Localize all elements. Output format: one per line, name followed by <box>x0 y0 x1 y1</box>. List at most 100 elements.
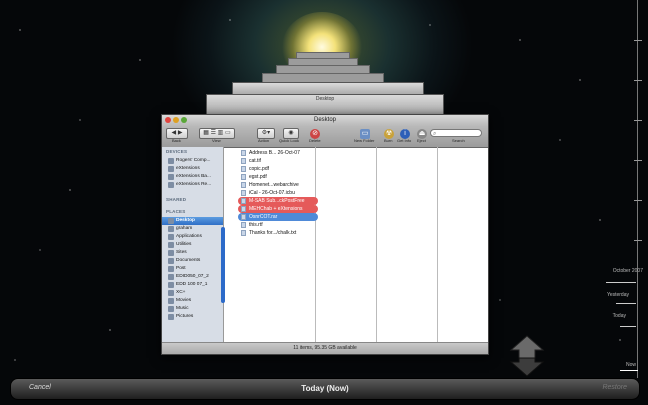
file-item[interactable]: iCal - 26-Oct-07.icbu <box>238 189 318 197</box>
sidebar-item-device[interactable]: eXtensions <box>162 165 223 173</box>
file-icon <box>241 150 246 156</box>
folder-icon <box>168 242 174 248</box>
disk-icon <box>168 274 174 280</box>
file-icon <box>241 222 246 228</box>
burn-label: Burn <box>384 138 393 143</box>
timeline-tick[interactable] <box>634 40 642 41</box>
toolbar: ◀ ▶ Back ▦ ☰ ▥ ▭ View ⚙▾ Action ◉ Quick … <box>162 126 488 148</box>
file-icon <box>241 182 246 188</box>
sidebar: DEVICES Rogers' Comp... eXtensions eXten… <box>162 147 224 343</box>
sidebar-item-place[interactable]: Pictures <box>162 313 223 321</box>
sidebar-item-place[interactable]: Movies <box>162 297 223 305</box>
timeline-tick[interactable] <box>634 240 642 241</box>
file-icon <box>241 214 246 220</box>
file-icon <box>241 166 246 172</box>
sidebar-item-device[interactable]: eXtensions Ba... <box>162 173 223 181</box>
file-item[interactable]: Homenet...webarchive <box>238 181 318 189</box>
sidebar-item-device[interactable]: eXtensions Re... <box>162 181 223 189</box>
title-bar[interactable]: Desktop <box>162 115 488 126</box>
search-input[interactable]: ⌕ <box>430 129 482 137</box>
sidebar-item-place[interactable]: EDD 100 07_1 <box>162 281 223 289</box>
file-icon <box>241 158 246 164</box>
timeline-label[interactable]: Today <box>566 313 626 319</box>
finder-window[interactable]: Desktop ◀ ▶ Back ▦ ☰ ▥ ▭ View ⚙▾ Action … <box>161 114 489 355</box>
folder-icon <box>168 250 174 256</box>
desktop-icon <box>168 218 174 224</box>
back-in-time-arrow-icon[interactable] <box>509 335 545 359</box>
file-icon <box>241 230 246 236</box>
file-item[interactable]: Thanks for.../chalk.txt <box>238 229 318 237</box>
file-item[interactable]: cat.tif <box>238 157 318 165</box>
pictures-icon <box>168 314 174 320</box>
file-icon <box>241 190 246 196</box>
file-icon <box>241 174 246 180</box>
file-item-labeled-blue[interactable]: OsnrCOT.rar <box>238 213 318 221</box>
timeline-marker-current[interactable] <box>620 370 638 371</box>
file-item[interactable]: copic.pdf <box>238 165 318 173</box>
drive-icon <box>168 174 174 180</box>
window-title: Desktop <box>313 117 336 123</box>
timeline-tick[interactable] <box>634 80 642 81</box>
current-time-label: Today (Now) <box>301 384 349 393</box>
file-item-labeled-red[interactable]: MEHChab + eXtensions <box>238 205 318 213</box>
shared-header: SHARED <box>166 197 187 202</box>
empty-column <box>316 147 377 343</box>
file-item[interactable]: Address B... 26-Oct-07 <box>238 149 318 157</box>
status-bar: 11 items, 95.35 GB available <box>162 342 488 354</box>
history-window-title: Desktop <box>315 96 335 102</box>
history-window[interactable]: Desktop <box>206 94 444 116</box>
timeline-label[interactable]: Yesterday <box>569 292 629 298</box>
sidebar-item-desktop[interactable]: Desktop <box>162 217 223 225</box>
file-item[interactable]: this.rtf <box>238 221 318 229</box>
file-icon <box>241 198 246 204</box>
search-label: Search <box>452 138 465 143</box>
time-machine-bottom-bar: Cancel Today (Now) Restore <box>10 378 640 400</box>
drive-icon <box>168 182 174 188</box>
timeline-marker[interactable] <box>606 282 636 283</box>
computer-icon <box>168 158 174 164</box>
delete-label: Delete <box>309 138 321 143</box>
quicklook-label: Quick Look <box>279 138 300 143</box>
folder-icon <box>168 258 174 264</box>
sidebar-item-place[interactable]: Post <box>162 265 223 273</box>
sidebar-item-device[interactable]: Rogers' Comp... <box>162 157 223 165</box>
places-header: PLACES <box>166 209 186 214</box>
sidebar-scrollbar[interactable] <box>221 227 225 303</box>
sidebar-item-place[interactable]: Sites <box>162 249 223 257</box>
newfolder-label: New Folder <box>354 138 375 143</box>
getinfo-label: Get Info <box>397 138 412 143</box>
timeline-marker[interactable] <box>620 326 636 327</box>
file-item-labeled-red[interactable]: M-SAB Sub...ckPostFree <box>238 197 318 205</box>
sidebar-item-place[interactable]: graham <box>162 225 223 233</box>
timeline-label[interactable]: October 2007 <box>583 268 643 274</box>
drive-icon <box>168 166 174 172</box>
empty-column <box>377 147 438 343</box>
forward-in-time-arrow-icon[interactable] <box>509 357 545 377</box>
sidebar-item-place[interactable]: Documents <box>162 257 223 265</box>
eject-label: Eject <box>417 138 426 143</box>
music-icon <box>168 306 174 312</box>
folder-icon <box>168 290 174 296</box>
file-column: Address B... 26-Oct-07 cat.tif copic.pdf… <box>238 147 318 343</box>
sidebar-item-place[interactable]: Applications <box>162 233 223 241</box>
restore-button[interactable]: Restore <box>602 384 627 391</box>
home-icon <box>168 226 174 232</box>
timeline-label[interactable]: Now <box>576 362 636 368</box>
timeline-marker[interactable] <box>616 303 636 304</box>
navigation-arrows[interactable] <box>505 332 555 378</box>
file-item[interactable]: egst.pdf <box>238 173 318 181</box>
file-icon <box>241 206 246 212</box>
sidebar-item-place[interactable]: Music <box>162 305 223 313</box>
movies-icon <box>168 298 174 304</box>
timeline-tick[interactable] <box>634 200 642 201</box>
view-label: View <box>212 138 221 143</box>
timeline-tick[interactable] <box>634 120 642 121</box>
sidebar-item-place[interactable]: XC+ <box>162 289 223 297</box>
applications-icon <box>168 234 174 240</box>
timeline-track <box>637 0 638 378</box>
timeline-tick[interactable] <box>634 160 642 161</box>
sidebar-item-place[interactable]: EDID050_07_2 <box>162 273 223 281</box>
sidebar-item-place[interactable]: Utilities <box>162 241 223 249</box>
back-label: Back <box>172 138 181 143</box>
disk-icon <box>168 282 174 288</box>
